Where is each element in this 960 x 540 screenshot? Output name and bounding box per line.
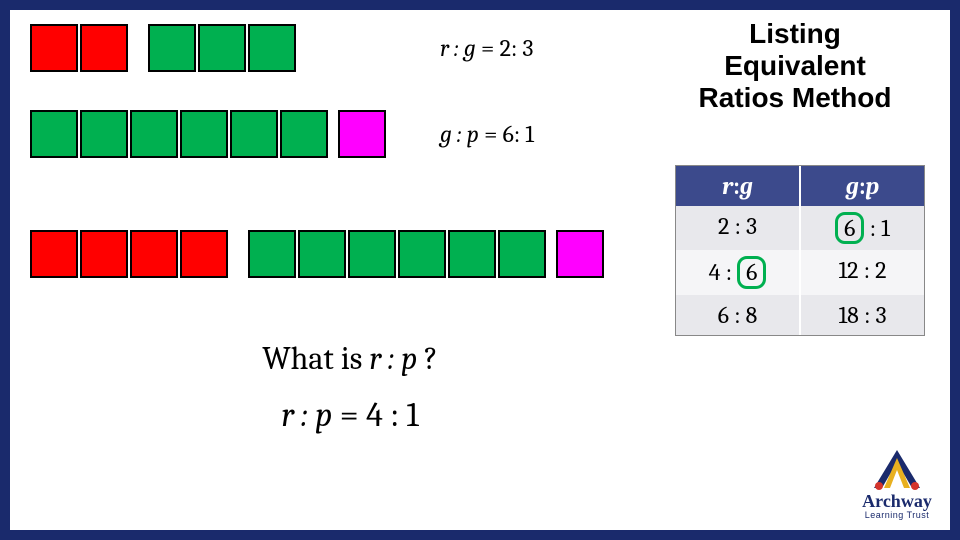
gap: [548, 230, 554, 278]
red-square: [30, 230, 78, 278]
green-square: [80, 110, 128, 158]
gap: [130, 24, 146, 72]
red-square: [80, 24, 128, 72]
red-square: [130, 230, 178, 278]
ratios-table: r:g g:p 2 : 3 6 : 1 4 : 6 12 : 2: [675, 165, 925, 336]
question-text: What is r : p ?: [90, 340, 610, 377]
green-square: [280, 110, 328, 158]
green-square: [298, 230, 346, 278]
gap: [230, 230, 246, 278]
green-square: [148, 24, 196, 72]
green-square: [498, 230, 546, 278]
ratio-label-1: r : g = 2: 3: [440, 34, 533, 62]
green-square: [398, 230, 446, 278]
green-square: [30, 110, 78, 158]
ratio-label-2: g : p = 6: 1: [440, 120, 534, 148]
green-square: [230, 110, 278, 158]
ratio-row-2: [30, 110, 386, 158]
green-square: [130, 110, 178, 158]
circled-value: 6: [737, 256, 766, 288]
green-square: [348, 230, 396, 278]
ratio-row-3: [30, 230, 604, 278]
table-header: r:g g:p: [676, 166, 924, 206]
header-cell: g:p: [801, 166, 924, 206]
logo-subtitle: Learning Trust: [862, 510, 932, 520]
table-body: 2 : 3 6 : 1 4 : 6 12 : 2 6 : 8 1: [676, 206, 924, 335]
slide-title: Listing Equivalent Ratios Method: [680, 18, 910, 115]
green-square: [248, 230, 296, 278]
table-row: 4 : 6 12 : 2: [676, 250, 924, 294]
table-cell: 2 : 3: [676, 206, 801, 250]
red-square: [180, 230, 228, 278]
table-cell: 4 : 6: [676, 250, 801, 294]
answer-text: r : p = 4 : 1: [90, 395, 610, 435]
pink-square: [556, 230, 604, 278]
table-row: 2 : 3 6 : 1: [676, 206, 924, 250]
table-cell: 12 : 2: [801, 250, 924, 294]
slide: r : g = 2: 3 g : p = 6: 1 What is r : p …: [10, 10, 950, 530]
archway-logo: Archway Learning Trust: [862, 446, 932, 520]
header-cell: r:g: [676, 166, 801, 206]
table-cell: 6 : 8: [676, 295, 801, 335]
green-square: [248, 24, 296, 72]
logo-name: Archway: [862, 492, 932, 510]
table-cell: 18 : 3: [801, 295, 924, 335]
green-square: [180, 110, 228, 158]
ratio-row-1: [30, 24, 296, 72]
pink-square: [338, 110, 386, 158]
green-square: [198, 24, 246, 72]
gap: [330, 110, 336, 158]
table-cell: 6 : 1: [801, 206, 924, 250]
red-square: [30, 24, 78, 72]
red-square: [80, 230, 128, 278]
table-row: 6 : 8 18 : 3: [676, 295, 924, 335]
green-square: [448, 230, 496, 278]
archway-logo-icon: [862, 446, 932, 492]
circled-value: 6: [835, 212, 864, 244]
